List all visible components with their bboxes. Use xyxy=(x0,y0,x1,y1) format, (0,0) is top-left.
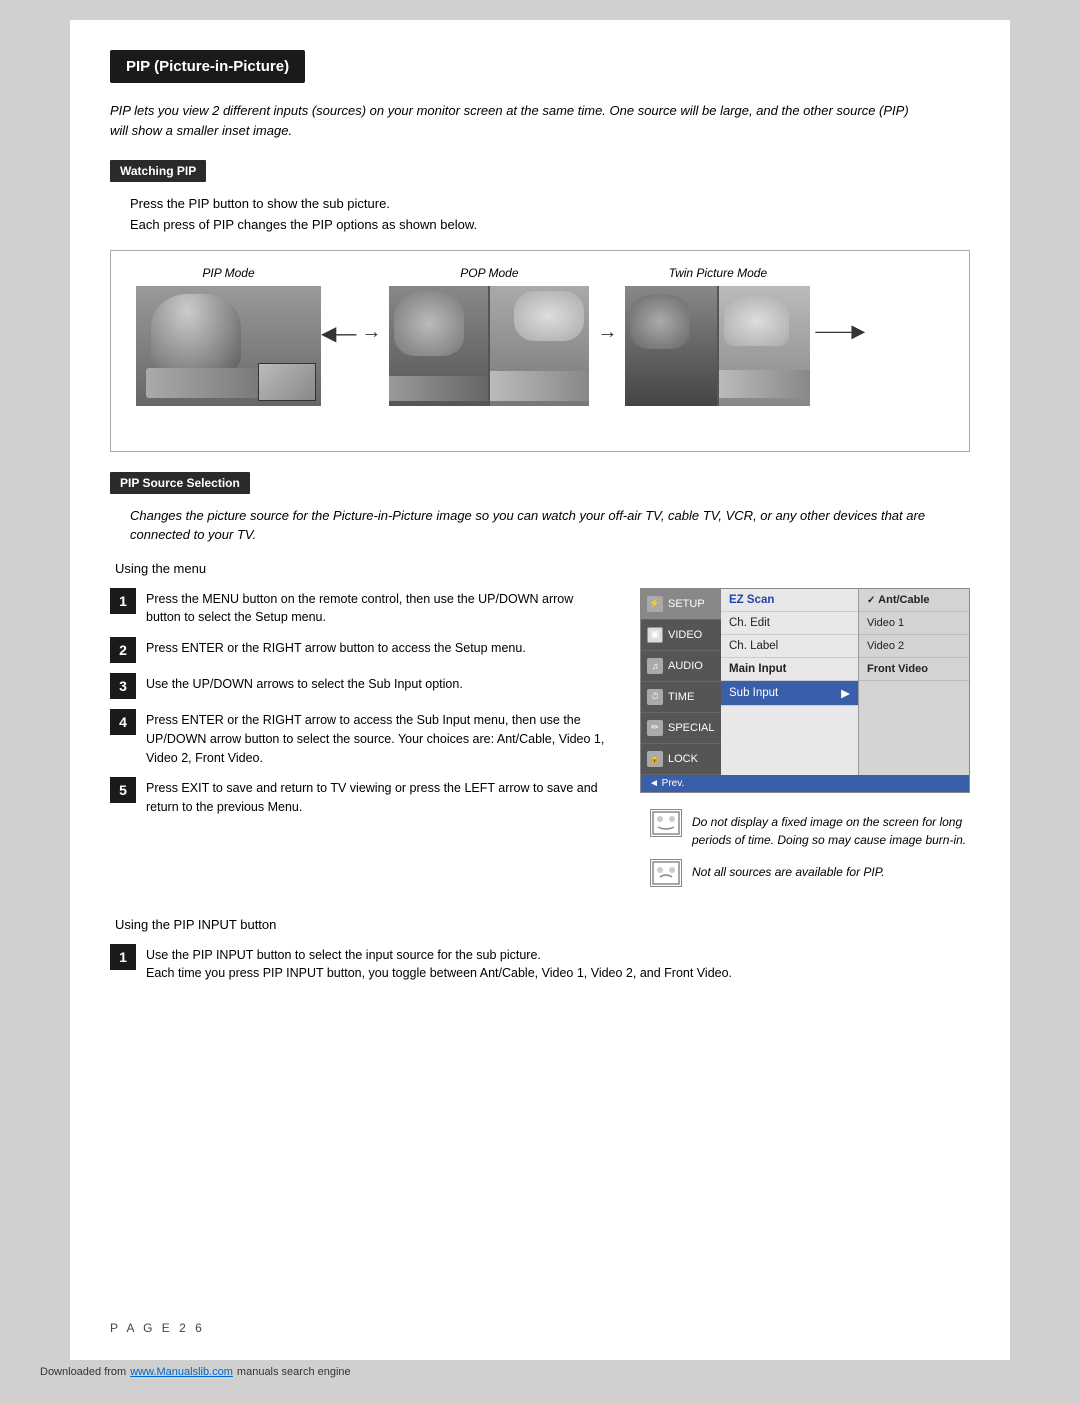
menu-maininput: Main Input xyxy=(721,658,858,681)
twin-mode-image xyxy=(625,286,810,406)
footer-suffix: manuals search engine xyxy=(237,1366,351,1378)
video-icon: ▣ xyxy=(647,627,663,643)
pip-input-step-1-num: 1 xyxy=(110,944,136,970)
footer-text: Downloaded from xyxy=(40,1366,126,1378)
arrow-right-bracket: ——▶ xyxy=(810,266,865,342)
pip-modes-container: PIP Mode ◀— → xyxy=(110,250,970,452)
menu-box: ⚡ SETUP ▣ VIDEO ♫ AUDIO xyxy=(640,588,970,793)
pip-source-description: Changes the picture source for the Pictu… xyxy=(130,506,970,545)
step-2-row: 2 Press ENTER or the RIGHT arrow button … xyxy=(110,637,610,663)
page-title: PIP (Picture-in-Picture) xyxy=(126,58,289,75)
menu-special-item: ✏ SPECIAL xyxy=(641,713,721,744)
step-2-text: Press ENTER or the RIGHT arrow button to… xyxy=(146,637,526,658)
menu-lock-item: 🔒 LOCK xyxy=(641,744,721,775)
menu-layout: ⚡ SETUP ▣ VIDEO ♫ AUDIO xyxy=(641,589,969,775)
steps-and-menu: 1 Press the MENU button on the remote co… xyxy=(110,588,970,897)
twin-mode-block: Twin Picture Mode xyxy=(625,266,810,406)
menu-ezscan: EZ Scan xyxy=(721,589,858,612)
lock-icon: 🔒 xyxy=(647,751,663,767)
submenu-arrow: ▶ xyxy=(841,686,850,700)
footer-link[interactable]: www.Manualslib.com xyxy=(130,1366,233,1378)
time-icon: ⏱ xyxy=(647,689,663,705)
step-3-num: 3 xyxy=(110,673,136,699)
menu-sub-col: Ant/Cable Video 1 Video 2 Front Video xyxy=(859,589,969,775)
step-4-num: 4 xyxy=(110,709,136,735)
step-5-text: Press EXIT to save and return to TV view… xyxy=(146,777,610,817)
menu-frontvideo: Front Video xyxy=(859,658,969,681)
pip-mode-block: PIP Mode xyxy=(136,266,321,406)
watching-pip-text: Press the PIP button to show the sub pic… xyxy=(130,194,970,236)
watching-pip-section: Watching PIP Press the PIP button to sho… xyxy=(110,160,970,452)
pip-inset-image xyxy=(258,363,316,401)
page-container: PIP (Picture-in-Picture) PIP lets you vi… xyxy=(70,20,1010,1360)
footer-bar: Downloaded from www.Manualslib.com manua… xyxy=(20,1360,1060,1384)
menu-time-item: ⏱ TIME xyxy=(641,682,721,713)
menu-prev-bar: ◄ Prev. xyxy=(641,775,969,792)
step-5-row: 5 Press EXIT to save and return to TV vi… xyxy=(110,777,610,817)
menu-subinput: Sub Input ▶ xyxy=(721,681,858,706)
step-3-text: Use the UP/DOWN arrows to select the Sub… xyxy=(146,673,463,694)
step-1-row: 1 Press the MENU button on the remote co… xyxy=(110,588,610,628)
note-1-text: Do not display a fixed image on the scre… xyxy=(692,809,970,849)
note-2-icon xyxy=(650,859,682,887)
menu-video2: Video 2 xyxy=(859,635,969,658)
menu-main-col: EZ Scan Ch. Edit Ch. Label Main Input xyxy=(721,589,859,775)
menu-audio-item: ♫ AUDIO xyxy=(641,651,721,682)
using-pip-title: Using the PIP INPUT button xyxy=(115,917,970,932)
menu-chlabel: Ch. Label xyxy=(721,635,858,658)
note-2-text: Not all sources are available for PIP. xyxy=(692,859,885,881)
watching-pip-header: Watching PIP xyxy=(110,160,206,182)
pop-mode-image xyxy=(389,286,589,406)
menu-video1: Video 1 xyxy=(859,612,969,635)
steps-column: 1 Press the MENU button on the remote co… xyxy=(110,588,610,827)
menu-setup-item: ⚡ SETUP xyxy=(641,589,721,620)
page-title-bar: PIP (Picture-in-Picture) xyxy=(110,50,305,83)
step-5-num: 5 xyxy=(110,777,136,803)
menu-video-item: ▣ VIDEO xyxy=(641,620,721,651)
menu-chedit: Ch. Edit xyxy=(721,612,858,635)
pip-source-header: PIP Source Selection xyxy=(110,472,250,494)
note-2-row: Not all sources are available for PIP. xyxy=(650,859,970,887)
pip-source-section: PIP Source Selection Changes the picture… xyxy=(110,472,970,897)
setup-icon: ⚡ xyxy=(647,596,663,612)
page-number: P A G E 2 6 xyxy=(110,1321,205,1335)
note-1-icon xyxy=(650,809,682,837)
step-4-text: Press ENTER or the RIGHT arrow to access… xyxy=(146,709,610,767)
pip-input-step-1-row: 1 Use the PIP INPUT button to select the… xyxy=(110,944,970,984)
notes-section: Do not display a fixed image on the scre… xyxy=(650,809,970,887)
pip-modes-row: PIP Mode ◀— → xyxy=(136,266,954,406)
menu-antcable: Ant/Cable xyxy=(859,589,969,612)
step-1-text: Press the MENU button on the remote cont… xyxy=(146,588,610,628)
menu-sidebar: ⚡ SETUP ▣ VIDEO ♫ AUDIO xyxy=(641,589,721,775)
audio-icon: ♫ xyxy=(647,658,663,674)
step-3-row: 3 Use the UP/DOWN arrows to select the S… xyxy=(110,673,610,699)
note-1-row: Do not display a fixed image on the scre… xyxy=(650,809,970,849)
arrow-left: ◀— xyxy=(321,266,361,346)
pip-input-section: Using the PIP INPUT button 1 Use the PIP… xyxy=(110,917,970,984)
step-1-num: 1 xyxy=(110,588,136,614)
menu-graphic: ⚡ SETUP ▣ VIDEO ♫ AUDIO xyxy=(640,588,970,897)
pip-input-step-1-text: Use the PIP INPUT button to select the i… xyxy=(146,944,732,984)
pip-mode-image xyxy=(136,286,321,406)
step-2-num: 2 xyxy=(110,637,136,663)
using-menu-title: Using the menu xyxy=(115,561,970,576)
step-4-row: 4 Press ENTER or the RIGHT arrow to acce… xyxy=(110,709,610,767)
special-icon: ✏ xyxy=(647,720,663,736)
intro-text: PIP lets you view 2 different inputs (so… xyxy=(110,101,930,140)
pop-mode-block: POP Mode xyxy=(389,266,589,406)
